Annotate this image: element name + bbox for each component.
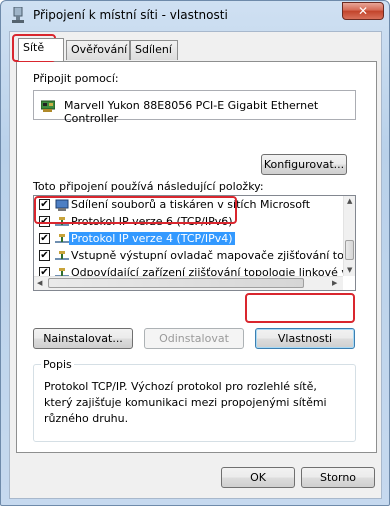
install-button[interactable]: Nainstalovat...: [33, 328, 133, 349]
network-protocol-icon: [55, 251, 69, 260]
close-icon: ✕: [357, 4, 369, 18]
checkbox[interactable]: ✔: [39, 250, 50, 261]
description-text: Protokol TCP/IP. Výchozí protokol pro ro…: [44, 380, 327, 425]
uninstall-button[interactable]: Odinstalovat: [144, 328, 244, 349]
scroll-thumb[interactable]: [48, 278, 304, 288]
tab-site[interactable]: Sítě: [18, 38, 64, 61]
description-title: Popis: [41, 358, 74, 371]
items-label: Toto připojení používá následující polož…: [33, 180, 264, 193]
scroll-thumb[interactable]: [345, 240, 354, 260]
vertical-scrollbar[interactable]: ▲ ▼: [343, 196, 355, 276]
configure-button[interactable]: Konfigurovat...: [261, 154, 347, 175]
cancel-button[interactable]: Storno: [301, 467, 375, 488]
list-item-label: Protokol IP verze 4 (TCP/IPv4): [69, 232, 235, 245]
scroll-up-icon[interactable]: ▲: [347, 197, 352, 205]
adapter-name: Marvell Yukon 88E8056 PCI-E Gigabit Ethe…: [64, 99, 319, 125]
tab-overovani[interactable]: Ověřování: [66, 40, 130, 60]
dialog-body: Sítě Ověřování Sdílení Připojit pomocí: …: [9, 31, 382, 499]
window-title: Připojení k místní síti - vlastnosti: [33, 8, 228, 22]
tab-panel-site: Připojit pomocí: Marvell Yukon 88E8056 P…: [16, 61, 377, 453]
network-card-icon: [41, 100, 55, 112]
tab-sdileni[interactable]: Sdílení: [130, 40, 178, 60]
scroll-right-icon[interactable]: ▶: [332, 279, 337, 287]
properties-dialog: Připojení k místní síti - vlastnosti ✕ S…: [0, 0, 390, 506]
description-group: Popis Protokol TCP/IP. Výchozí protokol …: [33, 358, 356, 442]
network-protocol-icon: [55, 234, 69, 243]
list-item-lltd-mapper[interactable]: ✔ Vstupně výstupní ovladač mapovače zjiš…: [34, 248, 355, 264]
scroll-down-icon[interactable]: ▼: [347, 266, 352, 274]
network-adapter-icon: [12, 7, 24, 23]
connect-using-label: Připojit pomocí:: [33, 72, 119, 85]
list-item-ipv4[interactable]: ✔ Protokol IP verze 4 (TCP/IPv4): [34, 231, 344, 247]
highlight-properties-button: [245, 293, 355, 323]
highlight-ipv4-item: [34, 196, 237, 224]
adapter-field: Marvell Yukon 88E8056 PCI-E Gigabit Ethe…: [33, 90, 356, 125]
title-bar[interactable]: Připojení k místní síti - vlastnosti ✕: [1, 1, 389, 29]
properties-button[interactable]: Vlastnosti: [255, 328, 355, 349]
scroll-left-icon[interactable]: ◀: [37, 279, 42, 287]
horizontal-scrollbar[interactable]: ◀ ▶: [34, 276, 343, 290]
ok-button[interactable]: OK: [221, 467, 295, 488]
list-item-label: Vstupně výstupní ovladač mapovače zjišťo…: [71, 249, 356, 262]
checkbox[interactable]: ✔: [39, 233, 50, 244]
close-button[interactable]: ✕: [342, 2, 384, 20]
